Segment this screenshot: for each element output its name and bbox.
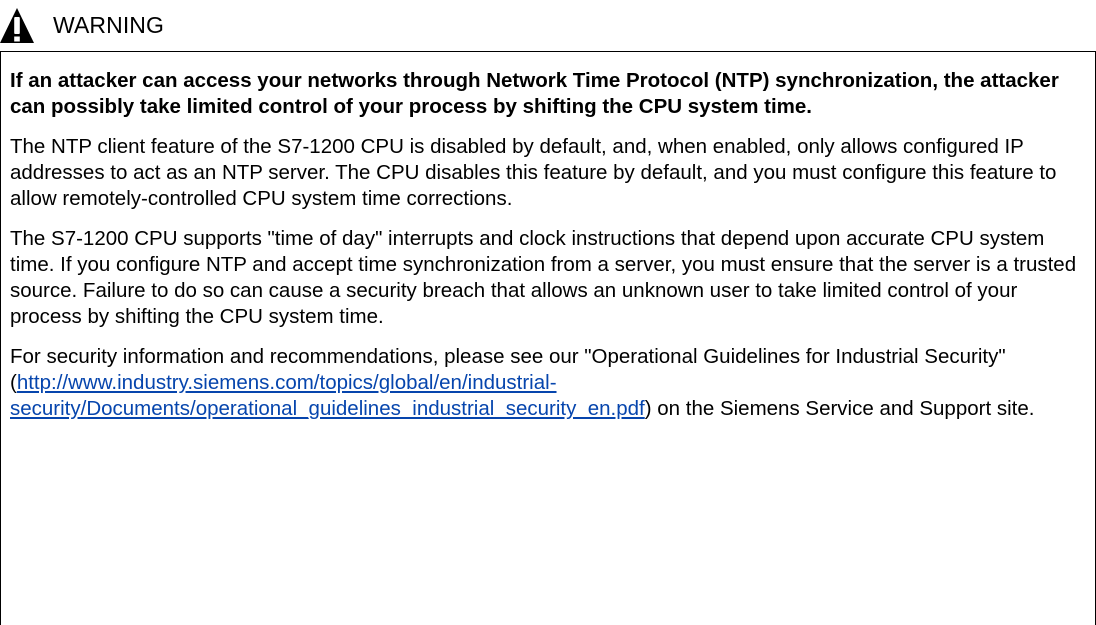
warning-paragraph-time-sync: The S7-1200 CPU supports "time of day" i… [10, 227, 1077, 328]
warning-lead-text: If an attacker can access your networks … [10, 69, 1059, 118]
warning-notice: WARNING If an attacker can access your n… [0, 0, 1096, 625]
warning-paragraph-ntp-client: The NTP client feature of the S7-1200 CP… [10, 135, 1057, 210]
warning-title: WARNING [53, 12, 165, 38]
notice-body: If an attacker can access your networks … [10, 68, 1088, 436]
operational-guidelines-link[interactable]: http://www.industry.siemens.com/topics/g… [10, 371, 645, 420]
warning-header: WARNING [0, 0, 1096, 52]
security-info-outro: ) on the Siemens Service and Support sit… [644, 397, 1035, 420]
warning-triangle-icon [0, 8, 34, 43]
warning-paragraph-security-info: For security information and recommendat… [10, 344, 1088, 422]
